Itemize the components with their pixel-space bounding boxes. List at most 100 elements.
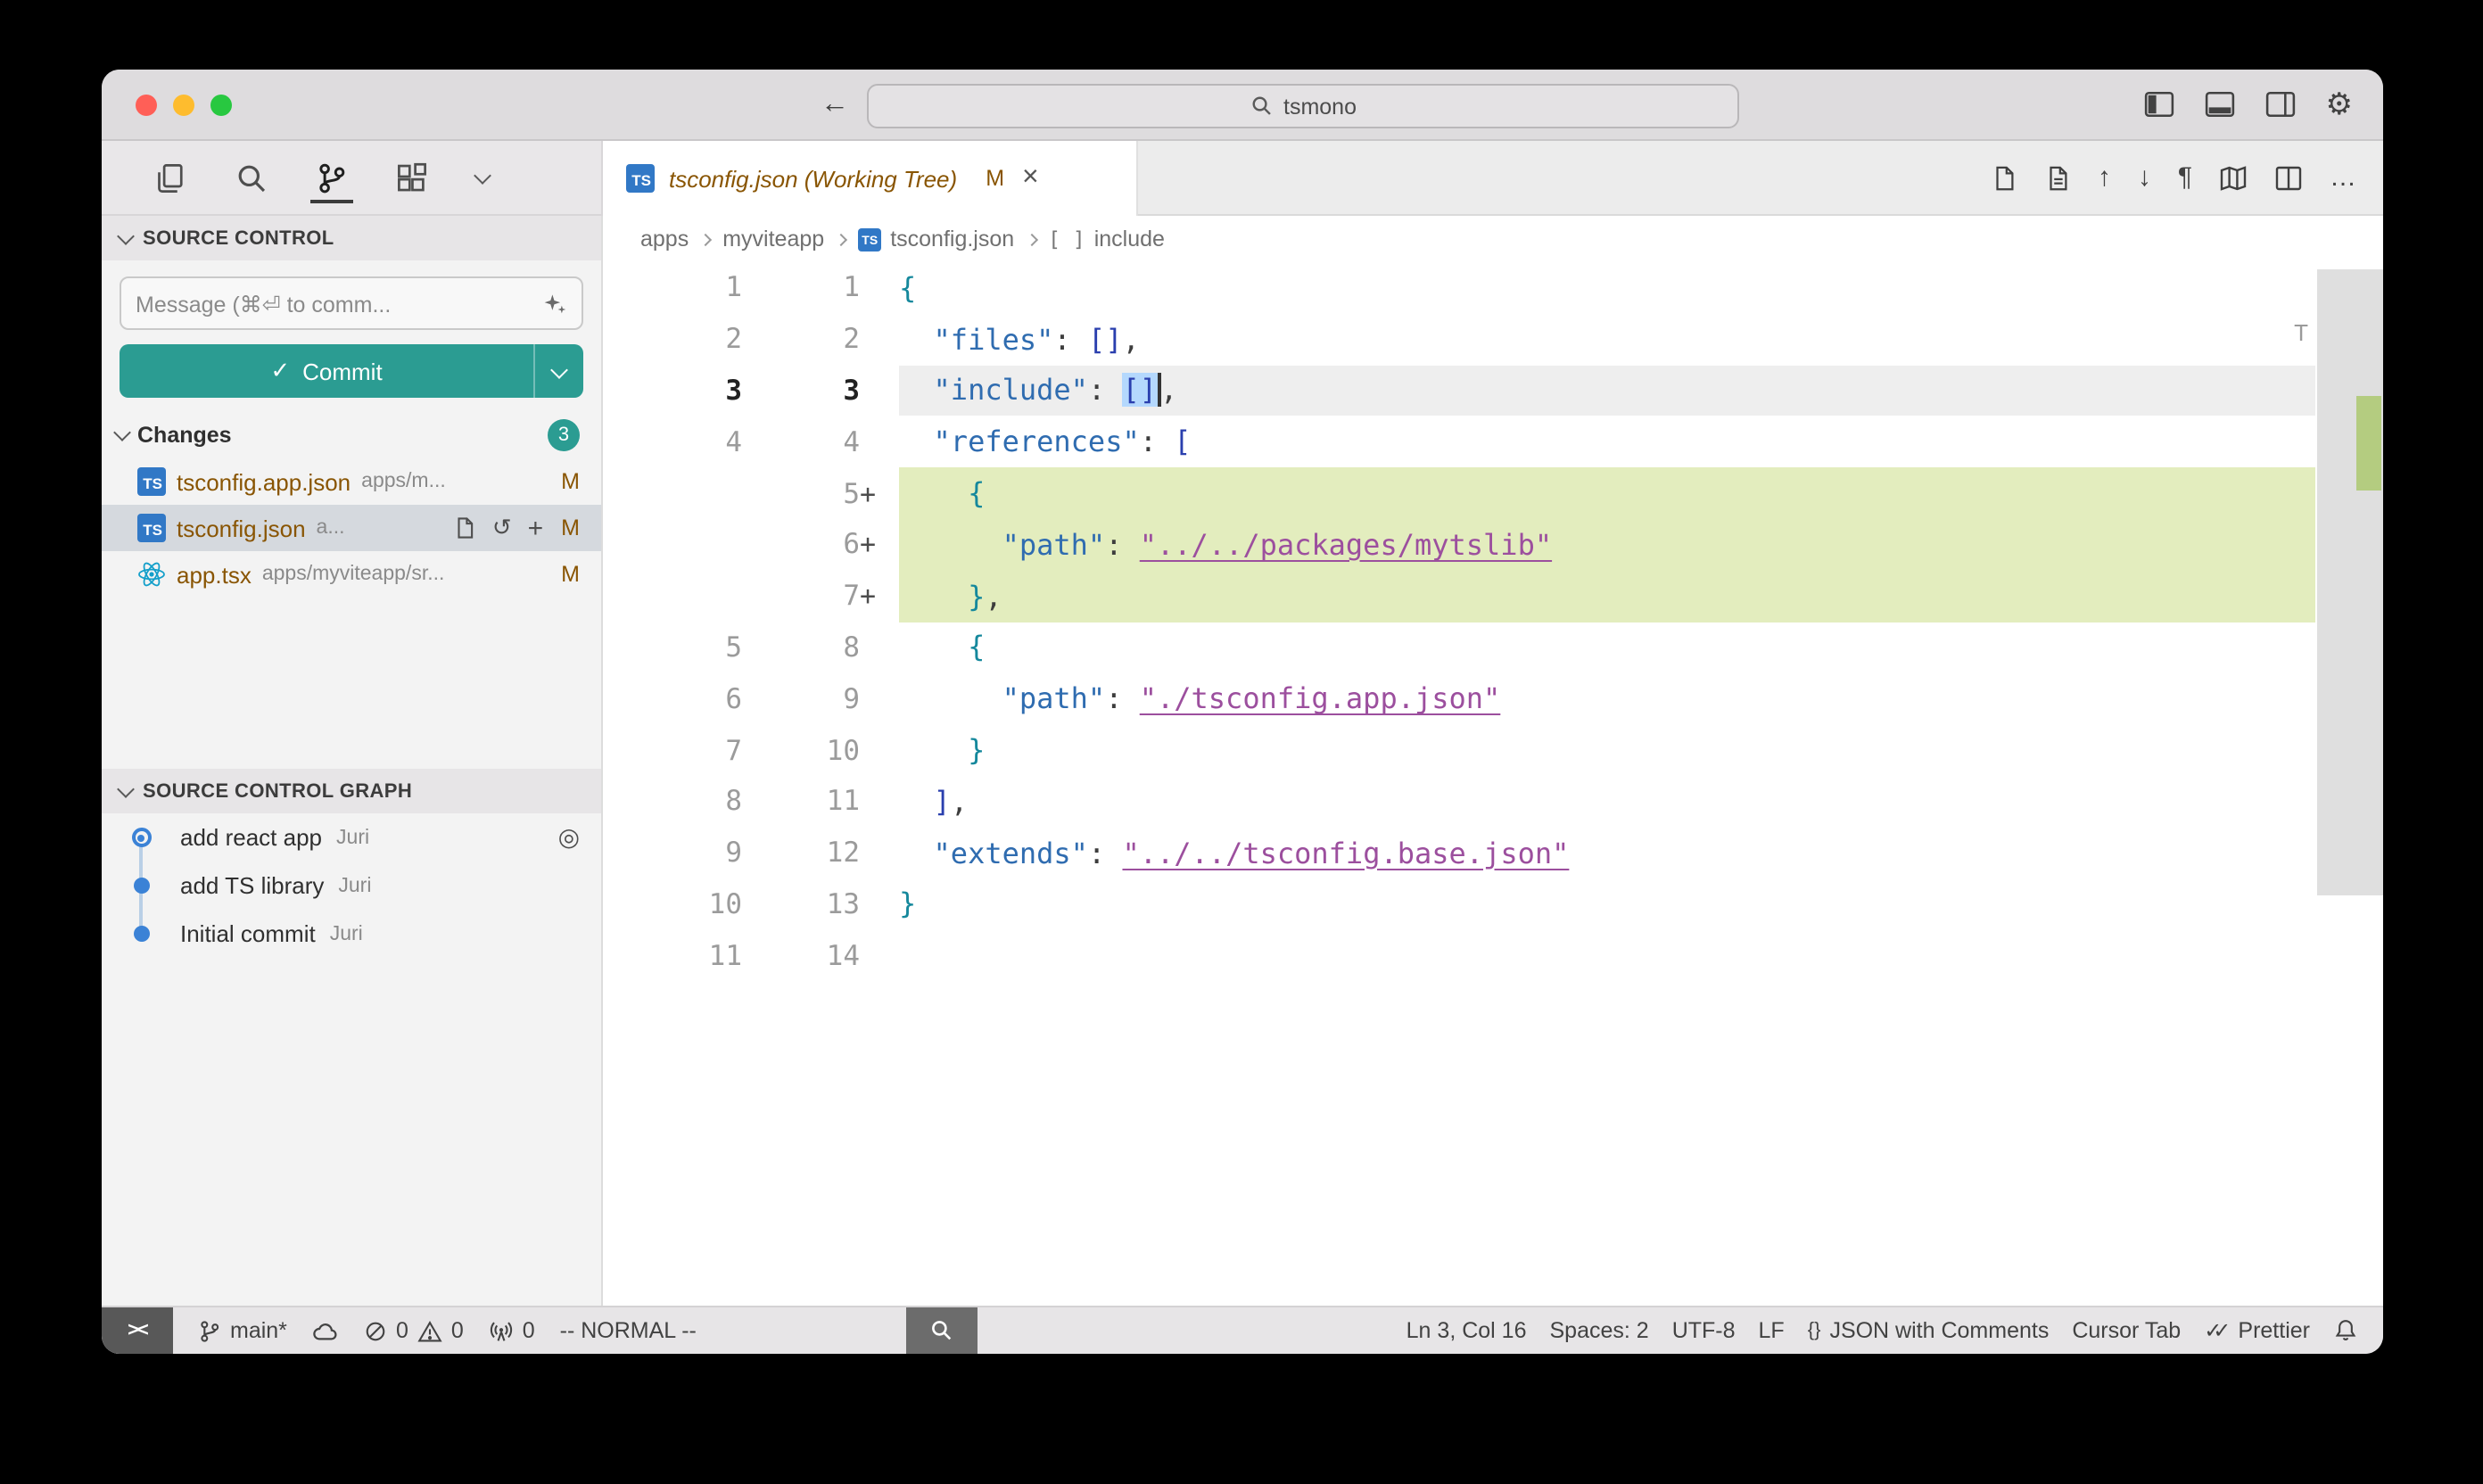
toggle-whitespace-icon[interactable]: ¶ bbox=[2178, 164, 2192, 191]
modified-line-number[interactable]: 9 bbox=[742, 683, 860, 715]
open-file-icon[interactable] bbox=[453, 515, 476, 540]
command-center-search[interactable]: tsmono bbox=[867, 84, 1739, 128]
modified-line-number[interactable]: 10 bbox=[742, 734, 860, 766]
extensions-view-icon[interactable] bbox=[396, 141, 428, 214]
code-line[interactable]: 912 "extends": "../../tsconfig.base.json… bbox=[603, 828, 2383, 879]
breadcrumb-item[interactable]: [ ] include bbox=[1048, 227, 1165, 251]
original-line-number[interactable]: 10 bbox=[603, 888, 742, 920]
source-control-graph-header[interactable]: SOURCE CONTROL GRAPH bbox=[102, 769, 601, 813]
discard-changes-icon[interactable]: ↺ bbox=[492, 514, 512, 542]
sparkle-icon[interactable] bbox=[542, 291, 567, 316]
remote-indicator[interactable]: >< bbox=[102, 1307, 173, 1354]
modified-line-number[interactable]: 8 bbox=[742, 631, 860, 664]
problems-indicator[interactable]: 0 0 bbox=[364, 1318, 464, 1343]
toggle-secondary-sidebar-icon[interactable] bbox=[2265, 91, 2296, 118]
formatter-indicator[interactable]: ✓✓ Prettier bbox=[2204, 1318, 2310, 1343]
next-change-icon[interactable]: ↓ bbox=[2138, 164, 2151, 191]
code-line-content[interactable]: { bbox=[899, 467, 2315, 519]
commit-button[interactable]: ✓ Commit bbox=[120, 344, 583, 398]
code-line[interactable]: 22 "files": [], bbox=[603, 314, 2383, 366]
nav-back-button[interactable]: ← bbox=[821, 88, 849, 120]
code-line[interactable]: 33 "include": [], bbox=[603, 365, 2383, 416]
source-control-header[interactable]: SOURCE CONTROL bbox=[102, 216, 601, 260]
minimize-window-button[interactable] bbox=[173, 94, 194, 115]
explorer-icon[interactable] bbox=[155, 141, 187, 214]
original-line-number[interactable]: 11 bbox=[603, 940, 742, 972]
more-actions-icon[interactable]: … bbox=[2330, 164, 2356, 191]
code-line[interactable]: 69 "path": "./tsconfig.app.json" bbox=[603, 673, 2383, 725]
cursor-position-indicator[interactable]: Ln 3, Col 16 bbox=[1406, 1318, 1527, 1343]
code-line[interactable]: 6+ "path": "../../packages/mytslib" bbox=[603, 519, 2383, 571]
commit-message-input[interactable]: Message (⌘⏎ to comm... bbox=[120, 276, 583, 330]
code-line[interactable]: 1114 bbox=[603, 930, 2383, 982]
original-line-number[interactable]: 9 bbox=[603, 837, 742, 869]
original-line-number[interactable]: 8 bbox=[603, 786, 742, 818]
code-line-content[interactable] bbox=[899, 930, 2315, 982]
code-line-content[interactable]: }, bbox=[899, 571, 2315, 622]
original-line-number[interactable]: 4 bbox=[603, 426, 742, 458]
modified-line-number[interactable]: 6 bbox=[742, 529, 860, 561]
code-line[interactable]: 811 ], bbox=[603, 776, 2383, 828]
breadcrumb-item[interactable]: TS tsconfig.json bbox=[858, 227, 1014, 251]
modified-line-number[interactable]: 14 bbox=[742, 940, 860, 972]
code-line[interactable]: 11 { bbox=[603, 262, 2383, 314]
commit-row[interactable]: add TS library Juri bbox=[102, 862, 601, 910]
code-line-content[interactable]: "path": "../../packages/mytslib" bbox=[899, 519, 2315, 571]
eol-indicator[interactable]: LF bbox=[1759, 1318, 1785, 1343]
modified-line-number[interactable]: 1 bbox=[742, 272, 860, 304]
commit-row[interactable]: add react app Juri ◎ bbox=[102, 813, 601, 862]
modified-line-number[interactable]: 2 bbox=[742, 323, 860, 355]
scrollbar-slider[interactable] bbox=[2317, 269, 2383, 895]
original-line-number[interactable]: 1 bbox=[603, 272, 742, 304]
commit-dropdown-button[interactable] bbox=[533, 344, 583, 398]
code-line-content[interactable]: ], bbox=[899, 776, 2315, 828]
settings-gear-icon[interactable]: ⚙ bbox=[2326, 89, 2354, 120]
changed-file-row[interactable]: TS tsconfig.app.json apps/m... M bbox=[102, 458, 601, 505]
code-line-content[interactable]: "include": [], bbox=[899, 365, 2315, 416]
changed-file-row[interactable]: app.tsx apps/myviteapp/sr... M bbox=[102, 551, 601, 598]
changes-section-header[interactable]: Changes 3 bbox=[102, 412, 601, 458]
code-line[interactable]: 710 } bbox=[603, 724, 2383, 776]
code-line-content[interactable]: "extends": "../../tsconfig.base.json" bbox=[899, 828, 2315, 879]
tab-tsconfig-working-tree[interactable]: TS tsconfig.json (Working Tree) M × bbox=[603, 141, 1138, 216]
notifications-bell[interactable] bbox=[2333, 1318, 2358, 1343]
stage-changes-icon[interactable]: + bbox=[528, 513, 544, 543]
branch-indicator[interactable]: main* bbox=[198, 1318, 287, 1343]
original-line-number[interactable]: 5 bbox=[603, 631, 742, 664]
toggle-panel-icon[interactable] bbox=[2205, 91, 2235, 118]
code-line[interactable]: 1013} bbox=[603, 878, 2383, 930]
code-line-content[interactable]: { bbox=[899, 622, 2315, 673]
code-line[interactable]: 58 { bbox=[603, 622, 2383, 673]
original-line-number[interactable]: 6 bbox=[603, 683, 742, 715]
ports-indicator[interactable]: 0 bbox=[489, 1318, 535, 1343]
editor-scrollbar[interactable] bbox=[2317, 262, 2383, 1306]
open-changes-icon[interactable] bbox=[2044, 163, 2071, 192]
encoding-indicator[interactable]: UTF-8 bbox=[1672, 1318, 1736, 1343]
indentation-indicator[interactable]: Spaces: 2 bbox=[1550, 1318, 1649, 1343]
zoom-indicator[interactable] bbox=[907, 1307, 978, 1354]
publish-button[interactable] bbox=[312, 1319, 339, 1342]
target-icon[interactable]: ◎ bbox=[558, 822, 580, 853]
modified-line-number[interactable]: 11 bbox=[742, 786, 860, 818]
original-line-number[interactable]: 2 bbox=[603, 323, 742, 355]
breadcrumb-item[interactable]: myviteapp bbox=[722, 227, 824, 251]
code-line[interactable]: 7+ }, bbox=[603, 571, 2383, 622]
code-line-content[interactable]: } bbox=[899, 724, 2315, 776]
commit-row[interactable]: Initial commit Juri bbox=[102, 910, 601, 958]
code-line-content[interactable]: { bbox=[899, 262, 2315, 314]
modified-line-number[interactable]: 12 bbox=[742, 837, 860, 869]
tab-completion-indicator[interactable]: Cursor Tab bbox=[2072, 1318, 2181, 1343]
changed-file-row-selected[interactable]: TS tsconfig.json a... ↺ + M bbox=[102, 505, 601, 551]
modified-line-number[interactable]: 3 bbox=[742, 375, 860, 407]
code-line-content[interactable]: "references": [ bbox=[899, 416, 2315, 468]
original-line-number[interactable]: 7 bbox=[603, 734, 742, 766]
more-views-chevron-icon[interactable] bbox=[476, 141, 489, 214]
modified-line-number[interactable]: 7 bbox=[742, 580, 860, 612]
source-control-view-icon[interactable] bbox=[316, 141, 348, 214]
tab-close-icon[interactable]: × bbox=[1022, 162, 1039, 194]
modified-line-number[interactable]: 5 bbox=[742, 477, 860, 509]
split-editor-icon[interactable] bbox=[2274, 163, 2303, 192]
code-line-content[interactable]: "files": [], bbox=[899, 314, 2315, 366]
search-view-icon[interactable] bbox=[235, 141, 268, 214]
toggle-primary-sidebar-icon[interactable] bbox=[2144, 91, 2174, 118]
